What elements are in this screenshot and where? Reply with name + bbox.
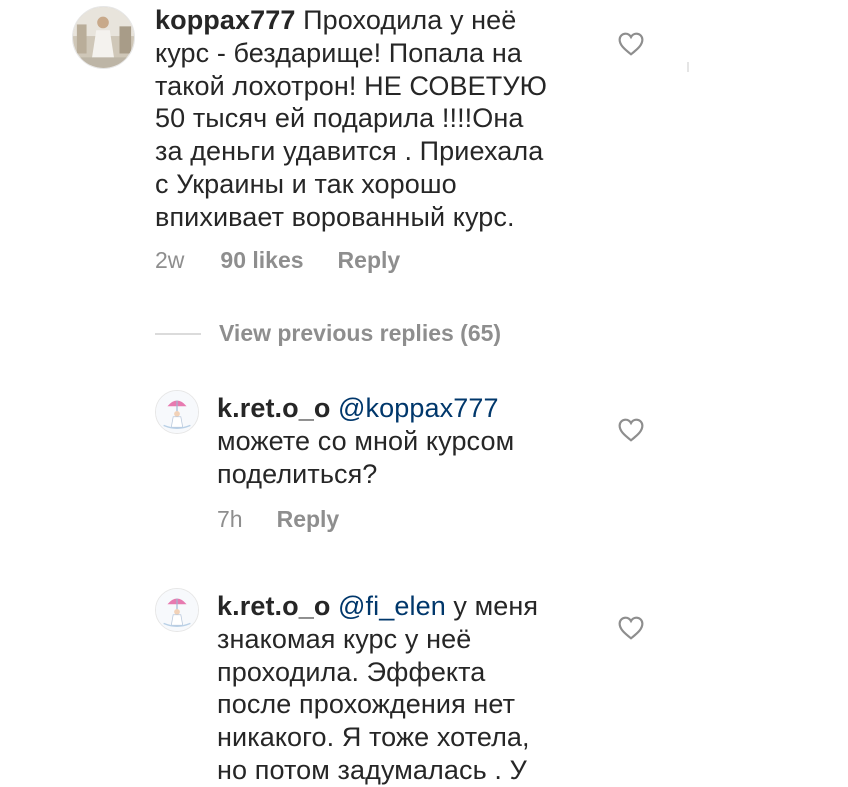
like-button[interactable] [618,32,644,56]
view-previous-label[interactable]: View previous replies (65) [219,320,501,347]
view-previous-replies[interactable]: View previous replies (65) [155,320,501,347]
reply-username[interactable]: k.ret.o_o [217,393,330,423]
likes-count[interactable]: 90 likes [220,247,303,274]
reply-time: 7h [217,506,243,532]
comment-time: 2w [155,247,185,273]
comment-text: koppax777 Проходила у неё курс - бездари… [155,4,547,234]
like-button[interactable] [618,418,644,442]
like-button[interactable] [618,616,644,640]
scrollbar-tick [687,62,689,72]
comment-body: Проходила у неё курс - бездарище! Попала… [155,5,547,232]
heart-outline-icon [618,616,644,640]
avatar-umbrella-drawing-icon [156,391,198,433]
avatar[interactable] [155,390,199,434]
reply-meta: 7h Reply [217,506,339,533]
reply-mention[interactable]: @koppax777 [338,393,499,423]
reply-body: можете со мной курсом поделиться? [217,425,515,489]
reply-button[interactable]: Reply [277,506,340,533]
avatar[interactable] [155,588,199,632]
reply-button[interactable]: Reply [338,247,401,274]
heart-outline-icon [618,32,644,56]
reply-text: k.ret.o_o @koppax777 можете со мной курс… [217,392,514,490]
avatar[interactable] [72,6,135,69]
comment-username[interactable]: koppax777 [155,5,295,35]
avatar-photo-icon [73,7,134,68]
comment-meta: 2w 90 likes Reply [155,247,400,274]
reply-text: k.ret.o_o @fi_elen у меня знакомая курс … [217,590,538,787]
reply-username[interactable]: k.ret.o_o [217,591,330,621]
heart-outline-icon [618,418,644,442]
reply-mention[interactable]: @fi_elen [338,591,446,621]
avatar-umbrella-drawing-icon [156,589,198,631]
divider-line [155,332,201,335]
